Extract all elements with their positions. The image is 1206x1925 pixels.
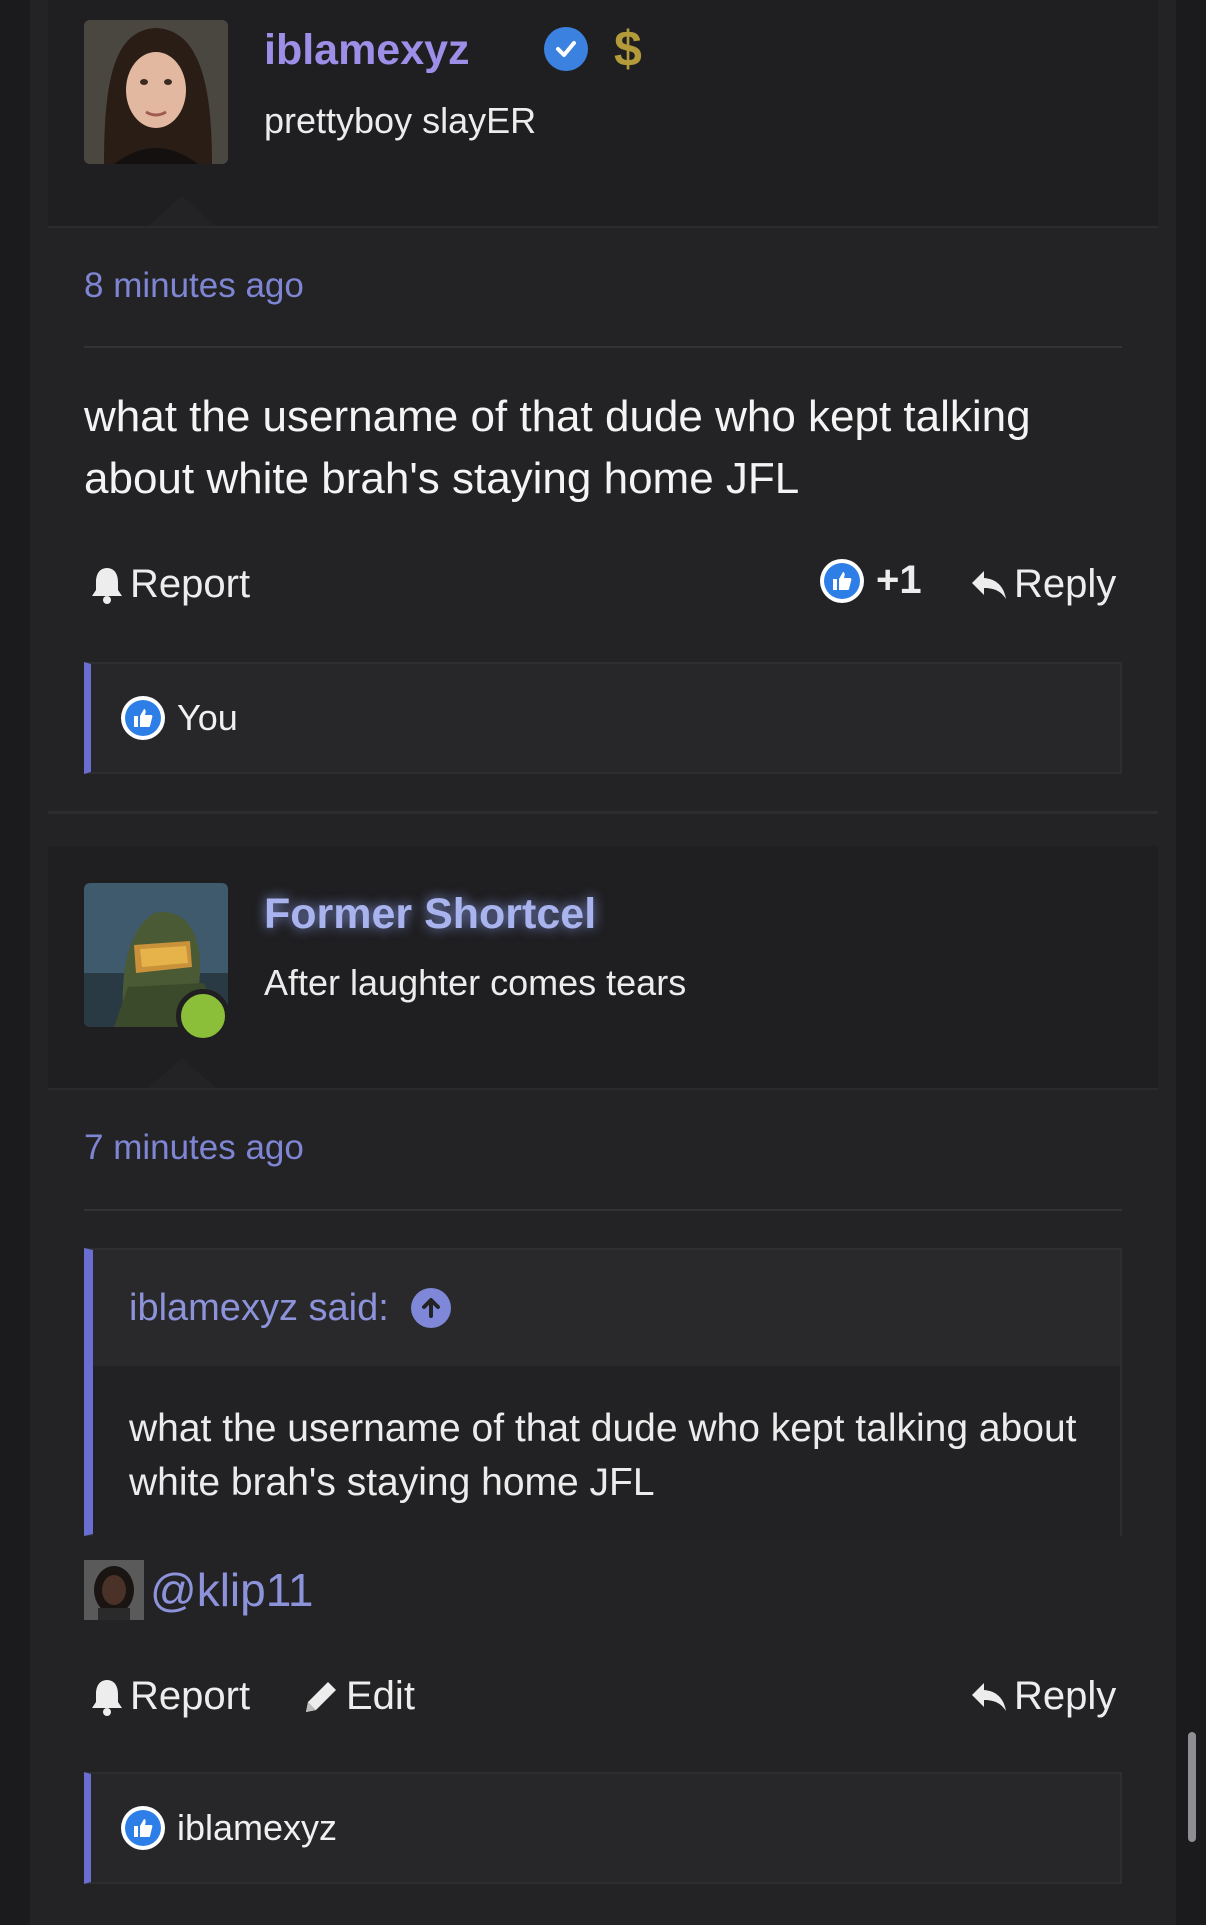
- post1-message: what the username of that dude who kept …: [84, 392, 1031, 503]
- reply-label: Reply: [1014, 562, 1117, 606]
- dollar-icon: $: [614, 21, 642, 77]
- mention-handle: @klip11: [150, 1564, 314, 1616]
- like-count-label: +1: [876, 558, 922, 602]
- like-icon: [820, 558, 864, 603]
- post1-arrow: [148, 196, 216, 226]
- reply-label: Reply: [1014, 1674, 1117, 1718]
- post1-user-block: iblamexyz $ prettyboy slayER: [48, 0, 1158, 228]
- post2-timestamp[interactable]: 7 minutes ago: [84, 1128, 304, 1168]
- post-divider: [48, 811, 1158, 814]
- post2-user-title: After laughter comes tears: [264, 962, 687, 1003]
- reply-icon: [972, 1682, 1006, 1711]
- post2-report-button[interactable]: Report: [90, 1674, 250, 1719]
- report-label: Report: [130, 1674, 251, 1718]
- post2-username[interactable]: Former Shortcel: [264, 890, 596, 939]
- post1-reply-button[interactable]: Reply: [970, 562, 1116, 607]
- edit-label: Edit: [346, 1674, 415, 1718]
- post2-reply-button[interactable]: Reply: [970, 1674, 1116, 1719]
- scrollbar[interactable]: [1188, 1732, 1196, 1842]
- post1-username[interactable]: iblamexyz: [264, 26, 470, 75]
- quote-author[interactable]: iblamexyz said:: [129, 1287, 389, 1330]
- post2-edit-button[interactable]: Edit: [302, 1674, 415, 1719]
- post2-liked-by: iblamexyz: [177, 1807, 338, 1848]
- reply-icon: [972, 570, 1006, 599]
- post1-timestamp[interactable]: 8 minutes ago: [84, 266, 304, 306]
- quote-header[interactable]: iblamexyz said:: [93, 1250, 1120, 1366]
- bell-icon: [92, 1679, 122, 1716]
- post1: 8 minutes ago what the username of that …: [48, 226, 1158, 810]
- arrow-up-circle-icon[interactable]: [410, 1288, 451, 1328]
- like-icon: [121, 1806, 165, 1850]
- post1-liked-by: You: [177, 697, 238, 738]
- post1-like-count[interactable]: +1: [820, 558, 922, 603]
- pencil-icon: [306, 1681, 336, 1712]
- post2-likes-list[interactable]: iblamexyz: [84, 1772, 1122, 1884]
- quote-text: what the username of that dude who kept …: [93, 1366, 1120, 1540]
- post1-report-button[interactable]: Report: [90, 562, 250, 607]
- online-status-indicator: [176, 989, 230, 1043]
- bell-icon: [92, 567, 122, 604]
- post2-separator: [84, 1209, 1122, 1211]
- post2-mention[interactable]: @klip11: [84, 1560, 313, 1620]
- verified-icon: [544, 27, 588, 71]
- post1-user-title: prettyboy slayER: [264, 100, 537, 141]
- report-label: Report: [130, 562, 251, 606]
- post2-avatar[interactable]: [84, 883, 230, 1043]
- post2-arrow: [148, 1058, 216, 1088]
- post1-likes-list[interactable]: You: [84, 662, 1122, 774]
- post1-separator: [84, 346, 1122, 348]
- mention-avatar: [84, 1560, 144, 1620]
- post2-quote: iblamexyz said: what the username of tha…: [84, 1248, 1122, 1540]
- post2-user-block: Former Shortcel After laughter comes tea…: [48, 846, 1158, 1090]
- post1-avatar[interactable]: [84, 20, 228, 164]
- like-icon: [121, 696, 165, 740]
